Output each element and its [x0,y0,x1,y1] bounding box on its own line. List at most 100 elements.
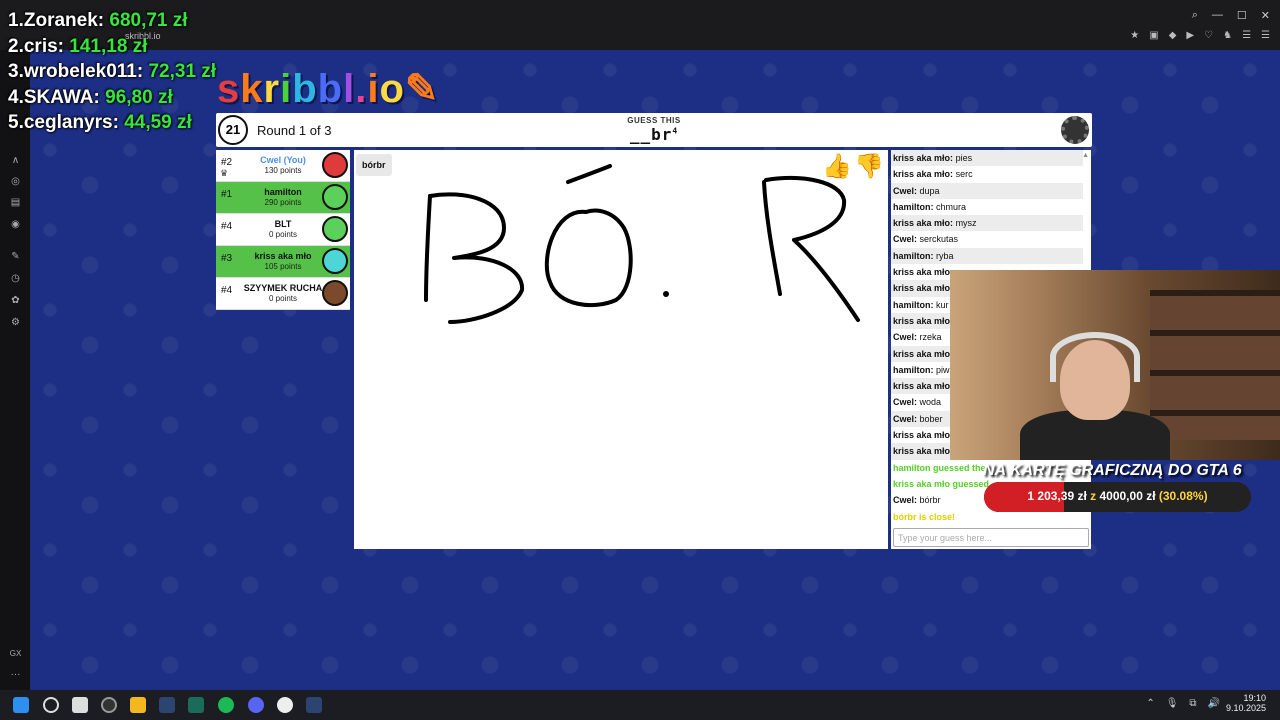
leaderboard-row: 3.wrobelek011: 72,31 zł [8,59,216,85]
logo-letter: b [317,67,344,111]
webcam-headset [1050,332,1140,382]
gx-control-icon[interactable]: ∧ [9,154,22,167]
player-row[interactable]: #4 BLT 0 points [216,214,350,246]
browser-icon[interactable] [277,697,293,713]
chat-text: mysz [955,218,977,229]
leaderboard-row: 1.Zoranek: 680,71 zł [8,8,216,34]
steam-second-icon[interactable] [306,697,322,713]
player-row[interactable]: #2 ♛ Cwel (You) 130 points [216,150,350,182]
chat-scroll-arrow-icon[interactable]: ▲ [1082,152,1089,159]
opera-gx-icon[interactable] [101,697,117,713]
word-hint: __br4 [216,125,1092,144]
chat-user: Cwel: [893,495,918,506]
more-icon[interactable]: ··· [9,668,22,681]
donation-goal-title: NA KARTĘ GRAFICZNĄ DO GTA 6 [983,462,1242,479]
network-icon[interactable]: ⧉ [1189,698,1196,709]
gx-corner-icon[interactable]: ◎ [9,175,22,188]
sidebar-icon[interactable]: ☰ [1261,30,1270,41]
spotify-icon[interactable] [218,697,234,713]
player-rank: #1 [221,189,233,200]
leaderboard-amount: 141,18 zł [69,35,148,57]
logo-letter: l [343,67,356,111]
chat-user: Cwel: [893,185,918,196]
start-icon[interactable] [13,697,29,713]
player-points: 105 points [264,262,302,271]
history-icon[interactable]: ◷ [9,272,22,285]
player-avatar [322,184,348,210]
extension-icon[interactable]: ♞ [1223,30,1232,41]
chat-user: kriss aka mło: [893,381,954,392]
close-icon[interactable]: ✕ [1261,9,1270,22]
chat-user: Cwel: [893,413,918,424]
stroke-letter-r-stem [762,180,782,296]
chat-user: hamilton: [893,250,934,261]
windows-taskbar: ⌃ 🎙 ⧉ 🔊 19:10 9.10.2025 [0,690,1280,720]
donation-goal-bar: 1 203,39 zł z 4000,00 zł (30.08%) [984,482,1251,512]
player-row[interactable]: #4 SZYYMEK RUCHA 0 points [216,278,350,310]
maximize-icon[interactable]: ☐ [1237,9,1247,22]
word-hint-length: 4 [672,126,679,136]
taskbar-clock[interactable]: 19:10 9.10.2025 [1226,693,1266,713]
player-row[interactable]: #1 hamilton 290 points [216,182,350,214]
minimize-icon[interactable]: — [1212,9,1223,22]
leaderboard-row: 5.ceglanyrs: 44,59 zł [8,110,216,136]
donation-leaderboard: 1.Zoranek: 680,71 zł 2.cris: 141,18 zł 3.w… [8,8,216,136]
player-rank: #4 [221,221,233,232]
chat-user: hamilton: [893,201,934,212]
chat-text: pies [955,153,973,163]
goal-percent: (30.08%) [1158,489,1208,503]
microphone-icon[interactable]: 🎙 [1166,698,1179,709]
leaderboard-amount: 72,31 zł [148,61,217,82]
file-explorer-icon[interactable] [130,697,146,713]
crown-icon: ♛ [220,168,229,178]
search-taskbar-icon[interactable] [43,697,59,713]
word-hint-letters: __br [629,125,673,144]
tray-expand-icon[interactable]: ⌃ [1146,698,1154,709]
leaderboard-name: ceglanyrs: [23,112,119,133]
chat-text: dupa [919,185,940,196]
player-rank: #3 [221,253,233,264]
leaderboard-rank: 1. [8,10,24,31]
search-icon[interactable]: ⌕ [1192,9,1198,22]
heart-icon[interactable]: ♡ [1204,30,1213,41]
play-icon[interactable]: ▶ [1186,30,1194,41]
chat-text: rzeka [919,332,942,343]
stroke-accent [566,164,612,184]
player-row[interactable]: #3 kriss aka mło 105 points [216,246,350,278]
shield-icon[interactable]: ◆ [1169,30,1177,41]
discord-icon[interactable] [248,697,264,713]
twitch-icon[interactable]: ▤ [9,196,22,209]
canvas-drawing [424,164,860,324]
logo-pencil-icon: ✎ [404,67,440,111]
chat-text: kur [936,299,949,310]
leaderboard-rank: 2. [8,35,24,57]
extensions-icon[interactable]: ✿ [9,294,22,307]
messenger-icon[interactable]: ◉ [9,218,22,231]
settings-gear-icon[interactable] [1061,116,1089,144]
steam-icon[interactable] [159,697,175,713]
drawing-canvas[interactable]: bórbr 👍 👎 [354,150,888,549]
guess-input[interactable] [893,528,1089,547]
player-points: 0 points [268,294,298,303]
leaderboard-name: wrobelek011: [23,61,144,82]
menu-icon[interactable]: ☰ [1242,30,1251,41]
chat-message: kriss aka mło: pies [891,150,1083,167]
volume-icon[interactable]: 🔊 [1208,698,1220,709]
app-icon[interactable] [188,697,204,713]
donation-goal-text: 1 203,39 zł z 4000,00 zł (30.08%) [984,489,1251,503]
logo-letter: r [263,67,281,111]
player-rank: #2 [221,157,233,168]
skribbl-logo: skribbl.io✎ [217,66,439,112]
chat-message: Cwel: dupa [891,182,1083,199]
chat-text: serc [955,169,973,180]
task-view-icon[interactable] [72,697,88,713]
snapshot-icon[interactable]: ▣ [1149,30,1158,41]
chat-text: bober [919,413,943,424]
pin-icon[interactable]: ✎ [9,250,22,263]
chat-message: kriss aka mło: serc [891,166,1083,182]
settings-icon[interactable]: ⚙ [9,316,22,329]
gx-logo-icon[interactable]: GX [9,647,22,660]
chat-message: kriss aka mło: mysz [891,215,1083,232]
chat-text: piw [936,364,950,375]
bookmark-icon[interactable]: ★ [1130,30,1139,41]
